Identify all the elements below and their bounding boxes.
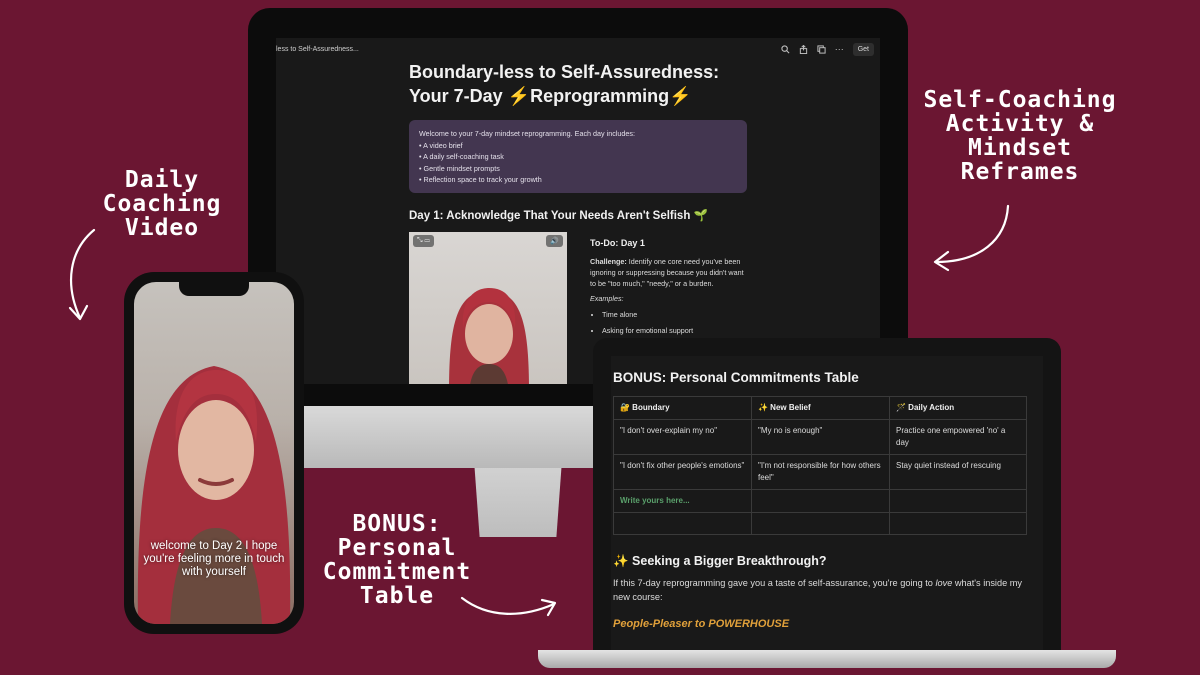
- get-button[interactable]: Get: [852, 42, 874, 56]
- table-cell[interactable]: [751, 512, 890, 535]
- table-cell[interactable]: [889, 489, 1027, 513]
- column-header-boundary[interactable]: 🔐 Boundary: [613, 396, 752, 420]
- table-row: Write yours here...: [613, 489, 1027, 513]
- label-line: Video: [124, 215, 200, 242]
- column-header-new-belief[interactable]: ✨ New Belief: [751, 396, 890, 420]
- table-cell[interactable]: "My no is enough": [751, 419, 890, 455]
- table-cell[interactable]: Practice one empowered 'no' a day: [889, 419, 1027, 455]
- callout-intro: Welcome to your 7-day mindset reprogramm…: [419, 129, 635, 138]
- list-item: Asking for emotional support: [602, 325, 750, 336]
- fullscreen-icon[interactable]: ⤡ ▭: [413, 235, 434, 247]
- table-row: "I don't fix other people's emotions" "I…: [613, 454, 1027, 490]
- todo-heading: To-Do: Day 1: [590, 238, 645, 248]
- table-row: [613, 512, 1027, 535]
- table-cell[interactable]: [613, 512, 752, 535]
- title-line: Boundary-less to Self-Assuredness:: [409, 62, 720, 82]
- table-cell[interactable]: [751, 489, 890, 513]
- coach-video-frame: [449, 288, 529, 384]
- commitments-table: 🔐 Boundary ✨ New Belief 🪄 Daily Action "…: [613, 396, 1027, 535]
- table-cell[interactable]: "I don't over-explain my no": [613, 419, 752, 455]
- video-player[interactable]: ⤡ ▭ 🔊: [409, 232, 567, 384]
- more-options-icon[interactable]: ⋯: [835, 44, 844, 55]
- label-self-coaching: Self-Coaching Activity & Mindset Reframe…: [920, 88, 1120, 185]
- video-caption: welcome to Day 2 I hope you're feeling m…: [143, 540, 285, 578]
- label-line: Self-Coaching: [923, 87, 1117, 113]
- notion-topbar: less to Self-Assuredness... ⋯ Get: [276, 38, 880, 60]
- column-header-daily-action[interactable]: 🪄 Daily Action: [889, 396, 1027, 420]
- label-line: Coaching: [102, 191, 222, 218]
- day-heading: Day 1: Acknowledge That Your Needs Aren'…: [409, 210, 708, 222]
- label-line: Personal: [337, 535, 457, 562]
- title-line: Your 7-Day ⚡Reprogramming⚡: [409, 86, 692, 106]
- course-link[interactable]: People-Pleaser to POWERHOUSE: [613, 618, 789, 630]
- callout-item: • Reflection space to track your growth: [419, 175, 542, 184]
- label-line: BONUS:: [352, 511, 442, 537]
- breakthrough-heading: ✨ Seeking a Bigger Breakthrough?: [613, 554, 827, 568]
- laptop-base: [538, 650, 1116, 668]
- phone-screen[interactable]: welcome to Day 2 I hope you're feeling m…: [134, 282, 294, 624]
- bonus-table-title: BONUS: Personal Commitments Table: [613, 370, 859, 385]
- examples-list: Time alone Asking for emotional support: [602, 309, 750, 336]
- topbar-actions: ⋯ Get: [781, 42, 874, 56]
- phone-notch: [179, 282, 249, 296]
- page-title: Boundary-less to Self-Assuredness: Your …: [409, 60, 769, 108]
- label-line: Commitment: [322, 559, 472, 586]
- label-line: Reframes: [960, 159, 1080, 186]
- arrow-to-monitor-icon: [933, 204, 1010, 272]
- volume-icon[interactable]: 🔊: [546, 235, 563, 247]
- todo-challenge: Challenge: Identify one core need you've…: [590, 257, 744, 288]
- arrow-to-phone-icon: [68, 228, 96, 321]
- share-icon[interactable]: [799, 44, 808, 54]
- label-line: Daily: [124, 167, 200, 193]
- label-line: Mindset: [968, 135, 1072, 162]
- callout-item: • A video brief: [419, 140, 463, 150]
- table-cell[interactable]: Stay quiet instead of rescuing: [889, 454, 1027, 490]
- label-bonus: BONUS: Personal Commitment Table: [312, 512, 482, 609]
- breadcrumb[interactable]: less to Self-Assuredness...: [276, 46, 359, 53]
- monitor-screen: less to Self-Assuredness... ⋯ Get Bounda…: [276, 38, 880, 384]
- label-line: Table: [359, 583, 435, 610]
- list-item: Time alone: [602, 309, 750, 320]
- table-header-row: 🔐 Boundary ✨ New Belief 🪄 Daily Action: [613, 396, 1027, 420]
- label-line: Activity &: [945, 111, 1095, 138]
- monitor-stand-plate: [302, 406, 602, 468]
- intro-callout: Welcome to your 7-day mindset reprogramm…: [409, 120, 747, 193]
- todo-block: To-Do: Day 1 Challenge: Identify one cor…: [590, 238, 750, 341]
- table-cell[interactable]: "I don't fix other people's emotions": [613, 454, 752, 490]
- laptop-screen: BONUS: Personal Commitments Table 🔐 Boun…: [611, 356, 1043, 650]
- label-daily-video: Daily Coaching Video: [92, 167, 232, 242]
- duplicate-icon[interactable]: [817, 44, 826, 54]
- table-row: "I don't over-explain my no" "My no is e…: [613, 419, 1027, 455]
- laptop: BONUS: Personal Commitments Table 🔐 Boun…: [593, 338, 1061, 656]
- callout-item: • Gentle mindset prompts: [419, 163, 500, 173]
- callout-item: • A daily self-coaching task: [419, 152, 504, 161]
- course-paragraph: If this 7-day reprogramming gave you a t…: [613, 578, 1022, 602]
- smartphone: welcome to Day 2 I hope you're feeling m…: [124, 272, 304, 634]
- search-icon[interactable]: [781, 44, 790, 54]
- arrow-to-laptop-icon: [460, 596, 557, 617]
- table-cell[interactable]: "I'm not responsible for how others feel…: [751, 454, 890, 490]
- write-yours-placeholder[interactable]: Write yours here...: [613, 489, 752, 513]
- examples-label: Examples:: [590, 294, 624, 303]
- table-cell[interactable]: [889, 512, 1027, 535]
